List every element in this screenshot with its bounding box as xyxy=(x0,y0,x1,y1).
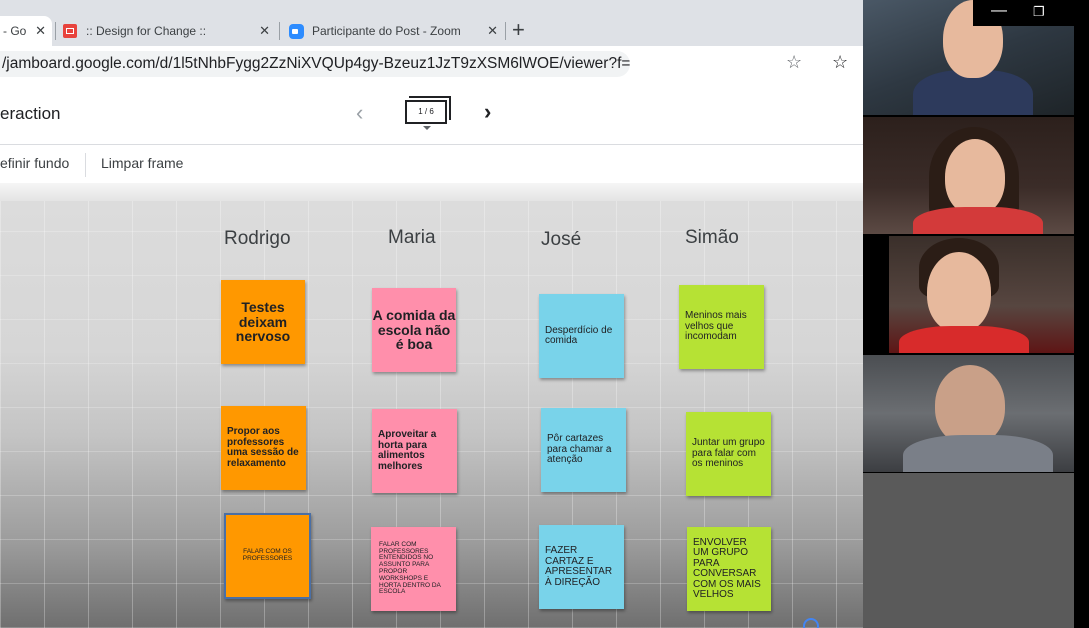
sticky-note-text: Pôr cartazes para chamar a atenção xyxy=(547,433,612,466)
toolbar-divider xyxy=(85,153,86,177)
sticky-note[interactable]: A comida da escola não é boa xyxy=(372,288,456,372)
sticky-note-text: Testes deixam nervoso xyxy=(235,298,291,345)
jam-canvas[interactable]: Rodrigo Testes deixam nervoso Propor aos… xyxy=(0,201,863,628)
zoom-gallery-panel: — ❐ xyxy=(863,0,1089,628)
participant-figure xyxy=(927,252,991,332)
add-bookmark-star-icon[interactable]: ☆ xyxy=(786,52,802,73)
jamboard-header: eraction ‹ 1 / 6 › xyxy=(0,82,863,145)
tab-label: :: Design for Change :: xyxy=(86,24,207,38)
clear-frame-button[interactable]: Limpar frame xyxy=(101,155,183,171)
url-field[interactable]: /jamboard.google.com/d/1l5tNhbFygg2ZzNiX… xyxy=(0,51,630,77)
sticky-note-text: Juntar um grupo para falar com os menino… xyxy=(692,437,765,470)
pointer-cursor-icon xyxy=(803,618,819,628)
tab-label: Participante do Post - Zoom xyxy=(312,24,461,38)
sticky-note-text: FAZER CARTAZ E APRESENTAR À DIREÇÃO xyxy=(545,545,613,588)
tab-jamboard[interactable]: - Go ✕ xyxy=(0,16,52,46)
minimize-icon[interactable]: — xyxy=(991,2,1007,20)
reading-list-icon[interactable]: ☆ xyxy=(832,52,848,73)
close-tab-icon[interactable]: ✕ xyxy=(259,23,270,39)
sticky-note-text: ENVOLVER UM GRUPO PARA CONVERSAR COM OS … xyxy=(693,536,761,600)
participant-video[interactable] xyxy=(863,355,1074,472)
empty-video-area xyxy=(863,473,1074,628)
participant-figure xyxy=(913,207,1043,234)
column-name-jose: José xyxy=(541,229,582,250)
sticky-note[interactable]: Testes deixam nervoso xyxy=(221,280,305,364)
sticky-note-text: Aproveitar a horta para alimentos melhor… xyxy=(378,429,437,472)
close-tab-icon[interactable]: ✕ xyxy=(35,23,46,39)
sticky-note[interactable]: FALAR COM PROFESSORES ENTENDIDOS NO ASSU… xyxy=(371,527,456,611)
next-frame-chevron-icon[interactable]: › xyxy=(484,99,491,125)
sticky-note[interactable]: ENVOLVER UM GRUPO PARA CONVERSAR COM OS … xyxy=(687,527,771,611)
jamboard-toolbar: efinir fundo Limpar frame xyxy=(0,145,863,183)
sticky-note-text: FALAR COM PROFESSORES ENTENDIDOS NO ASSU… xyxy=(379,540,441,596)
frame-dropdown-caret-icon[interactable] xyxy=(423,126,431,130)
column-name-rodrigo: Rodrigo xyxy=(224,228,291,249)
participant-figure xyxy=(903,435,1053,472)
sticky-note-text: FALAR COM OS PROFESSORES xyxy=(242,548,293,562)
sticky-note[interactable]: Juntar um grupo para falar com os menino… xyxy=(686,412,771,496)
column-name-maria: Maria xyxy=(388,227,436,248)
tab-design-for-change[interactable]: :: Design for Change :: ✕ xyxy=(56,16,276,46)
sticky-note-text: A comida da escola não é boa xyxy=(372,306,456,353)
participant-figure xyxy=(935,365,1005,445)
participant-figure xyxy=(945,139,1005,215)
new-tab-button[interactable]: + xyxy=(512,18,525,42)
tab-separator xyxy=(505,22,506,40)
zoom-favicon-icon xyxy=(289,24,304,39)
set-background-button[interactable]: efinir fundo xyxy=(0,155,69,171)
sticky-note-text: Propor aos professores uma sessão de rel… xyxy=(227,426,299,469)
tab-bar: - Go ✕ :: Design for Change :: ✕ Partici… xyxy=(0,0,863,46)
restore-window-icon[interactable]: ❐ xyxy=(1033,4,1045,20)
sticky-note[interactable]: Desperdício de comida xyxy=(539,294,624,378)
sticky-note[interactable]: Pôr cartazes para chamar a atenção xyxy=(541,408,626,492)
canvas-margin xyxy=(0,183,863,201)
address-bar: /jamboard.google.com/d/1l5tNhbFygg2ZzNiX… xyxy=(0,46,863,83)
browser-window: - Go ✕ :: Design for Change :: ✕ Partici… xyxy=(0,0,863,628)
sticky-note-text: Meninos mais velhos que incomodam xyxy=(685,310,747,343)
tab-zoom[interactable]: Participante do Post - Zoom ✕ xyxy=(282,16,504,46)
tab-separator xyxy=(279,22,280,40)
frame-indicator[interactable]: 1 / 6 xyxy=(405,96,451,124)
jam-title: eraction xyxy=(0,104,61,123)
previous-frame-chevron-icon[interactable]: ‹ xyxy=(356,100,363,126)
sticky-note-selected[interactable]: FALAR COM OS PROFESSORES xyxy=(224,513,311,599)
design-for-change-favicon-icon xyxy=(63,24,77,38)
window-controls: — ❐ xyxy=(973,0,1089,26)
sticky-note[interactable]: Aproveitar a horta para alimentos melhor… xyxy=(372,409,457,493)
tab-label: - Go xyxy=(3,24,27,38)
sticky-note[interactable]: Propor aos professores uma sessão de rel… xyxy=(221,406,306,490)
participant-video[interactable] xyxy=(863,117,1074,234)
column-name-simao: Simão xyxy=(685,227,739,248)
participant-figure xyxy=(899,326,1029,353)
sticky-note[interactable]: FAZER CARTAZ E APRESENTAR À DIREÇÃO xyxy=(539,525,624,609)
sticky-note-text: Desperdício de comida xyxy=(545,324,613,346)
sticky-note[interactable]: Meninos mais velhos que incomodam xyxy=(679,285,764,369)
participant-video[interactable] xyxy=(889,236,1074,353)
close-tab-icon[interactable]: ✕ xyxy=(487,23,498,39)
